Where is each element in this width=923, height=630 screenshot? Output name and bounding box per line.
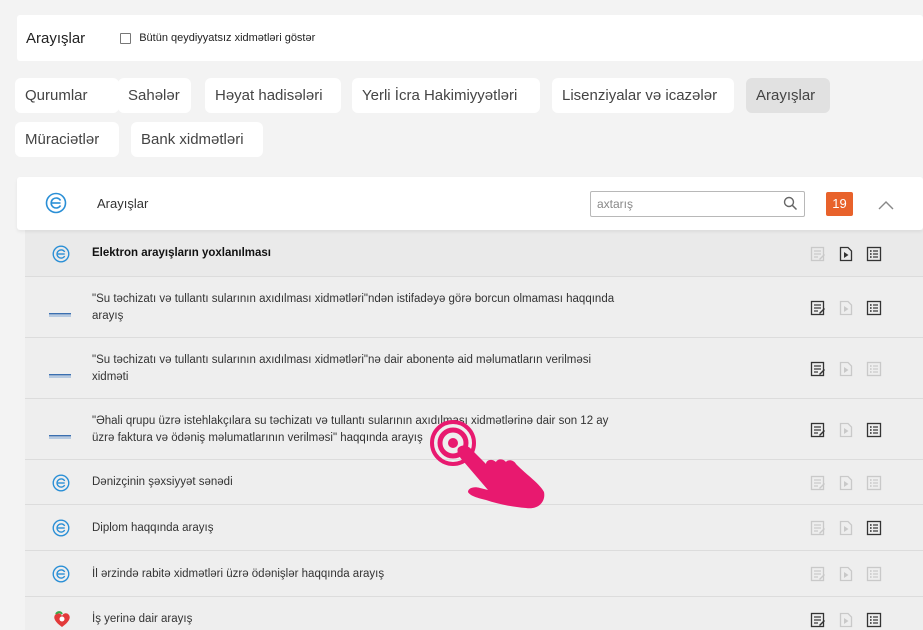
service-row[interactable]: İş yerinə dair arayış [25, 597, 923, 630]
category-chip[interactable]: Yerli İcra Hakimiyyətləri [352, 78, 540, 113]
service-title[interactable]: "Su təchizatı və tullantı sularının axıd… [92, 291, 622, 325]
result-count-badge: 19 [826, 192, 853, 216]
video-guide-icon[interactable] [838, 246, 854, 262]
video-guide-icon [838, 361, 854, 377]
e-gov-icon [52, 565, 70, 588]
e-gov-icon [52, 474, 70, 497]
service-actions [810, 612, 882, 628]
checkbox-box[interactable] [120, 32, 132, 44]
search-icon[interactable] [783, 196, 798, 216]
edit-request-icon[interactable] [810, 612, 826, 628]
edit-request-icon[interactable] [810, 300, 826, 316]
panel-header[interactable]: Arayışlar axtarış 19 [17, 177, 923, 230]
e-gov-icon [45, 192, 67, 219]
service-title[interactable]: İl ərzində rabitə xidmətləri üzrə ödəniş… [92, 566, 622, 583]
service-row[interactable]: Elektron arayışların yoxlanılması [25, 230, 923, 277]
video-guide-icon [838, 612, 854, 628]
page-title: Arayışlar [26, 29, 86, 47]
category-chip[interactable]: Bank xidmətləri [131, 122, 263, 157]
service-title[interactable]: "Su təchizatı və tullantı sularının axıd… [92, 352, 622, 386]
azersu-logo-icon [49, 427, 71, 445]
info-list-icon[interactable] [866, 300, 882, 316]
tap-hand-cursor-icon [428, 418, 553, 518]
edit-request-icon[interactable] [810, 422, 826, 438]
video-guide-icon [838, 422, 854, 438]
service-title[interactable]: İş yerinə dair arayış [92, 611, 622, 628]
category-chip[interactable]: Lisenziyalar və icazələr [552, 78, 734, 113]
info-list-icon[interactable] [866, 520, 882, 536]
checkbox-label: Bütün qeydiyyatsız xidmətləri göstər [139, 32, 316, 44]
info-list-icon [866, 475, 882, 491]
category-chip[interactable]: Müraciətlər [15, 122, 119, 157]
page-header: Arayışlar Bütün qeydiyyatsız xidmətləri … [17, 15, 923, 61]
service-actions [810, 566, 882, 582]
service-actions [810, 422, 882, 438]
service-actions [810, 246, 882, 262]
edit-request-icon [810, 520, 826, 536]
video-guide-icon [838, 475, 854, 491]
azersu-logo-icon [49, 366, 71, 384]
edit-request-icon[interactable] [810, 361, 826, 377]
service-title[interactable]: Diplom haqqında arayış [92, 520, 622, 537]
category-chip[interactable]: Arayışlar [746, 78, 830, 113]
info-list-icon[interactable] [866, 246, 882, 262]
chevron-up-icon[interactable] [878, 197, 894, 215]
category-chip[interactable]: Sahələr [118, 78, 191, 113]
service-actions [810, 475, 882, 491]
edit-request-icon [810, 475, 826, 491]
service-row[interactable]: İl ərzində rabitə xidmətləri üzrə ödəniş… [25, 551, 923, 597]
video-guide-icon [838, 520, 854, 536]
category-chip[interactable]: Həyat hadisələri [205, 78, 341, 113]
edit-request-icon [810, 246, 826, 262]
search-input[interactable]: axtarış [590, 191, 805, 217]
e-gov-icon [52, 519, 70, 542]
video-guide-icon [838, 566, 854, 582]
info-list-icon [866, 361, 882, 377]
service-title[interactable]: Elektron arayışların yoxlanılması [92, 245, 622, 262]
service-row[interactable]: "Su təchizatı və tullantı sularının axıd… [25, 338, 923, 399]
e-gov-icon [52, 245, 70, 268]
service-actions [810, 300, 882, 316]
info-list-icon [866, 566, 882, 582]
show-unregistered-checkbox[interactable]: Bütün qeydiyyatsız xidmətləri göstər [120, 32, 315, 44]
search-placeholder: axtarış [597, 197, 634, 211]
azersu-logo-icon [49, 305, 71, 323]
service-actions [810, 361, 882, 377]
service-actions [810, 520, 882, 536]
category-chip[interactable]: Qurumlar [15, 78, 119, 113]
video-guide-icon [838, 300, 854, 316]
info-list-icon[interactable] [866, 422, 882, 438]
heart-logo-icon [52, 610, 72, 630]
edit-request-icon [810, 566, 826, 582]
panel-title: Arayışlar [97, 196, 149, 211]
service-row[interactable]: "Su təchizatı və tullantı sularının axıd… [25, 277, 923, 338]
info-list-icon[interactable] [866, 612, 882, 628]
